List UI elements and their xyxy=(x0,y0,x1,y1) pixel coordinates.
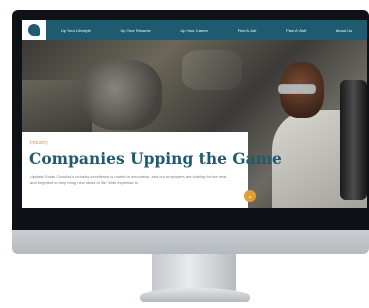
nav-item-career[interactable]: Up Your Career xyxy=(180,28,208,33)
nav-item-find-job[interactable]: Find A Job xyxy=(238,28,257,33)
intro-paragraph: Upstate South Carolina's industry excell… xyxy=(30,174,227,185)
chevron-down-icon: ⌄ xyxy=(247,193,253,200)
page-headline: Companies Upping the Game xyxy=(29,149,282,168)
nav-item-resume[interactable]: Up Your Resume xyxy=(121,28,151,33)
monitor-stand-base xyxy=(140,288,250,302)
machine-arm xyxy=(340,80,367,200)
monitor-chin xyxy=(12,230,369,254)
category-label[interactable]: Industry xyxy=(30,140,48,146)
machinery-top xyxy=(182,50,242,90)
website-screen: Up Your Lifestyle Up Your Resume Up Your… xyxy=(22,20,367,208)
top-navigation: Up Your Lifestyle Up Your Resume Up Your… xyxy=(22,20,367,40)
nav-menu: Up Your Lifestyle Up Your Resume Up Your… xyxy=(46,28,367,33)
scroll-down-button[interactable]: ⌄ xyxy=(244,190,256,202)
hero-content-card: Industry Companies Upping the Game Upsta… xyxy=(22,132,282,208)
safety-goggles xyxy=(278,84,316,94)
site-logo[interactable] xyxy=(22,20,46,40)
nav-item-plan-visit[interactable]: Plan A Visit xyxy=(286,28,306,33)
nav-item-lifestyle[interactable]: Up Your Lifestyle xyxy=(61,28,91,33)
logo-icon xyxy=(28,24,40,36)
nav-item-about[interactable]: About Us xyxy=(336,28,352,33)
machinery-center xyxy=(82,60,162,130)
